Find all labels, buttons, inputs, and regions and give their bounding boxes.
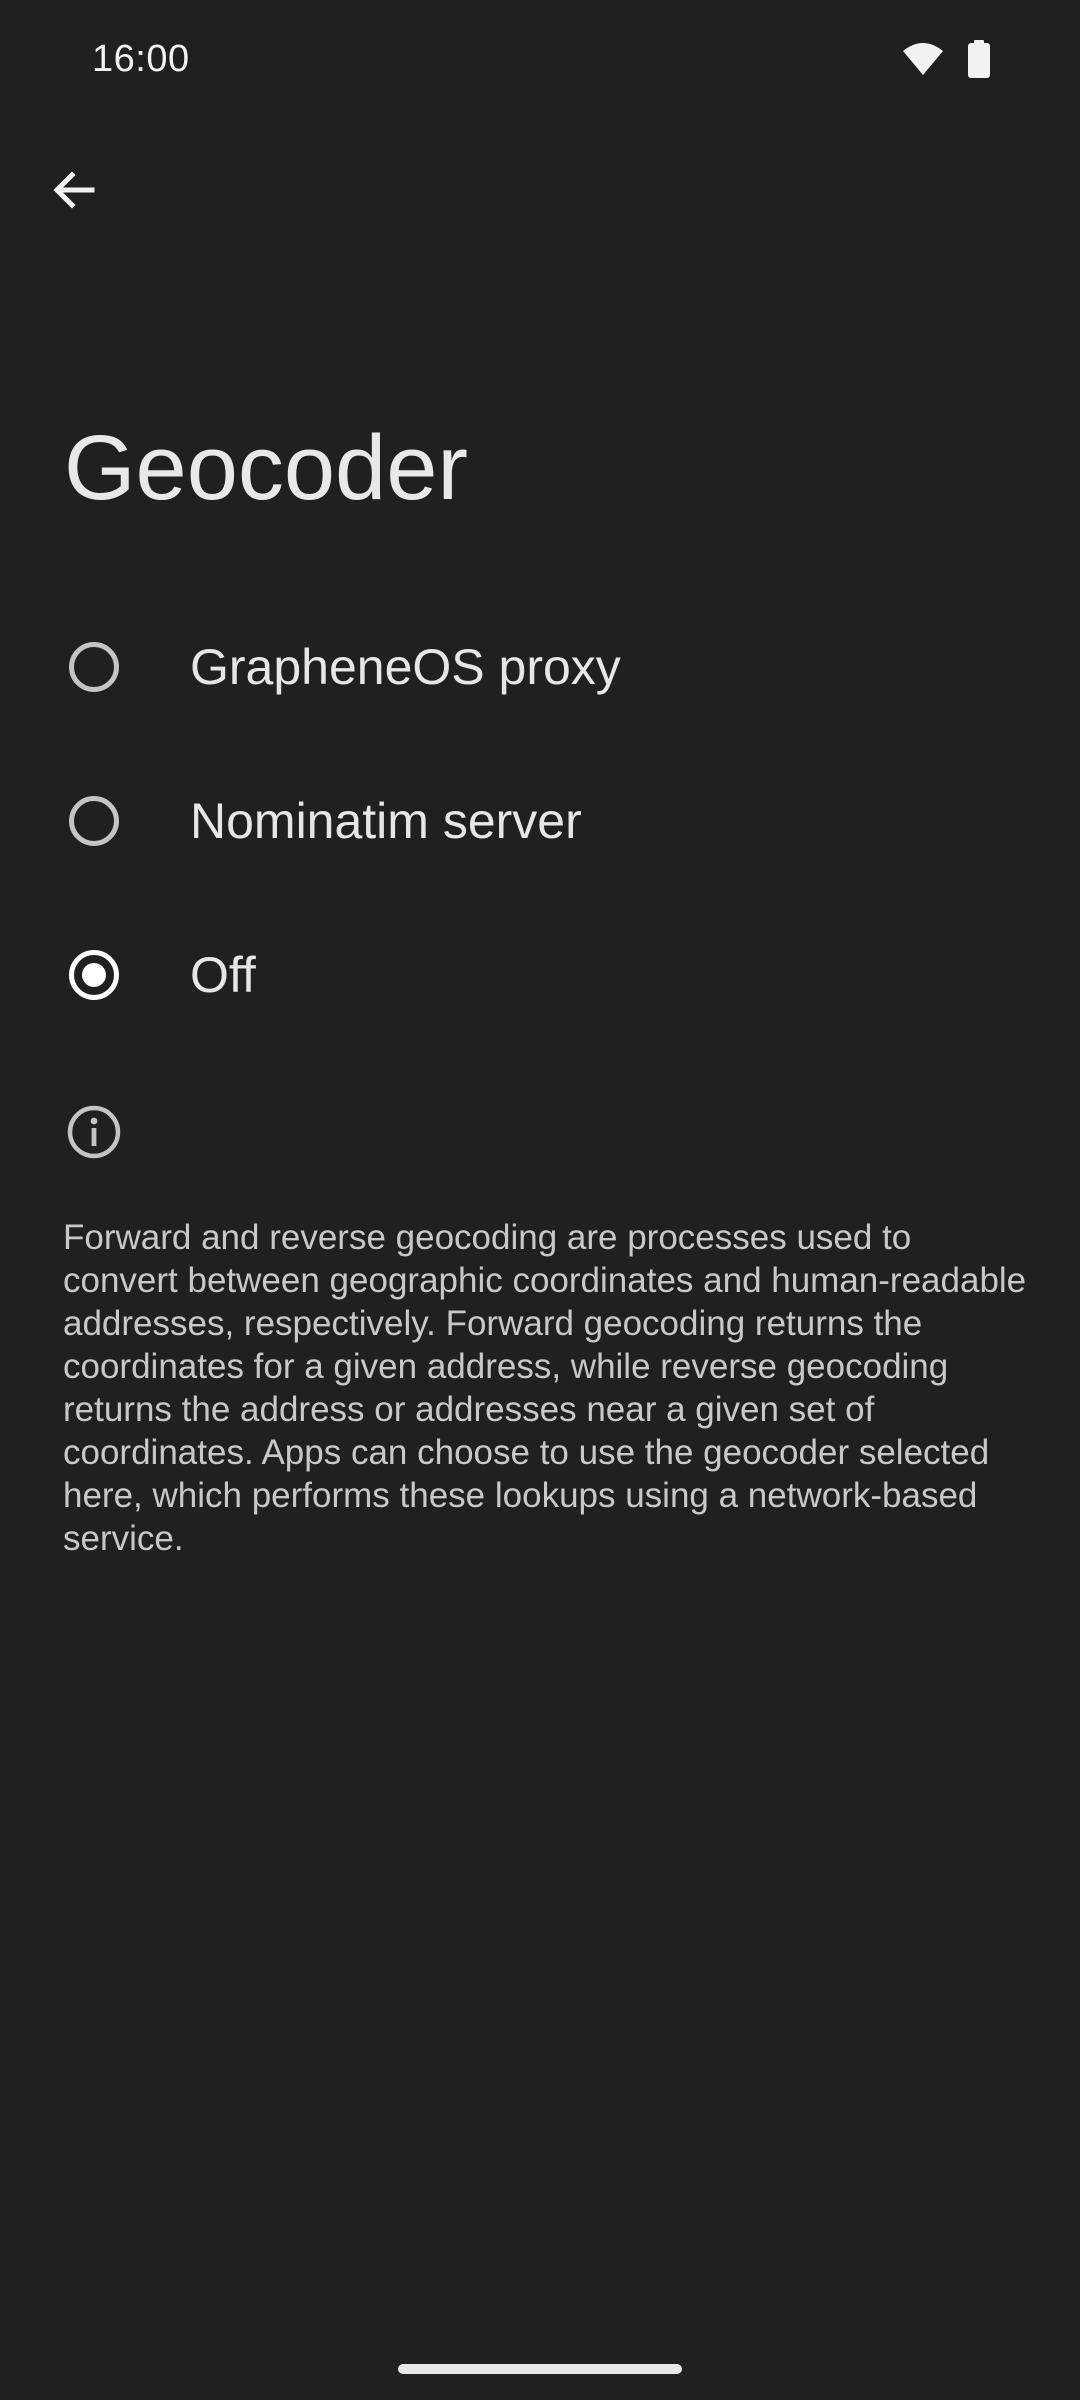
option-label: Off: [190, 947, 256, 1003]
info-description: Forward and reverse geocoding are proces…: [63, 1218, 1027, 1558]
info-icon: [66, 1104, 122, 1160]
page-title: Geocoder: [64, 417, 469, 519]
status-bar: 16:00: [0, 0, 1080, 120]
radio-button-unchecked[interactable]: [69, 796, 119, 846]
radio-group: GrapheneOS proxy Nominatim server Off: [0, 590, 1080, 1052]
option-off[interactable]: Off: [0, 898, 1080, 1052]
back-button[interactable]: [38, 156, 110, 228]
status-icons: [902, 40, 990, 78]
option-nominatim-server[interactable]: Nominatim server: [0, 744, 1080, 898]
battery-icon: [968, 40, 990, 78]
option-label: Nominatim server: [190, 793, 582, 849]
gesture-navigation-bar[interactable]: [398, 2364, 682, 2374]
arrow-back-icon: [50, 166, 98, 219]
option-graphene-proxy[interactable]: GrapheneOS proxy: [0, 590, 1080, 744]
radio-button-checked[interactable]: [69, 950, 119, 1000]
option-label: GrapheneOS proxy: [190, 639, 621, 695]
wifi-icon: [902, 41, 944, 77]
radio-button-unchecked[interactable]: [69, 642, 119, 692]
screen: 16:00 Geocoder GrapheneOS proxy Nominati…: [0, 0, 1080, 2400]
status-time: 16:00: [92, 38, 190, 80]
